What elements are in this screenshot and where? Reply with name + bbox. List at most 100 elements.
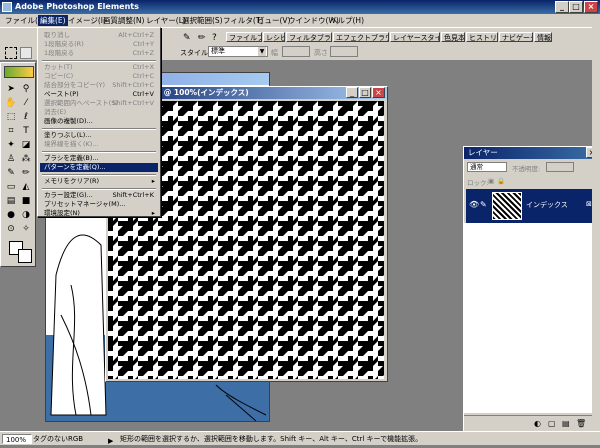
doc-close-button[interactable]: × [372,87,385,98]
layers-panel: レイヤー × 通常 不透明度: ロック: ▣ 🔒 👁 ✎ インデックス ⊠ ◐ … [463,146,600,432]
layer-mask-icon[interactable]: ▤ [562,419,570,428]
lasso-tool-icon[interactable]: ℓ [19,111,33,123]
edit-menu-item-shortcut: Ctrl+X [132,63,154,71]
move-tool-icon[interactable]: ➤ [4,83,18,95]
eyedropper-icon[interactable]: ⁄ [19,97,33,109]
edit-menu-item[interactable]: 選択範囲内へペースト(S) Shift+Ctrl+V [40,99,158,108]
edit-menu-item-label: パターンを定義(Q)... [44,163,106,171]
edit-menu-item[interactable]: 画像の複製(D)... [40,117,158,126]
sponge-tool-icon[interactable]: ◑ [19,209,33,221]
magic-wand-icon[interactable]: ✦ [4,139,18,151]
blend-mode-value: 通常 [470,163,483,171]
photoshop-elements-window: Adobe Photoshop Elements _ □ × ファイル(F) 編… [0,0,600,445]
crop-tool-icon[interactable]: ⌗ [4,125,18,137]
submenu-arrow-icon: ▸ [151,177,155,185]
edit-menu-item[interactable]: 結合部分をコピー(Y) Shift+Ctrl+C [40,81,158,90]
chevron-down-icon: ▼ [258,47,266,56]
menu-help[interactable]: ヘルプ(H) [328,15,366,26]
healing-brush-icon[interactable]: ⁂ [19,153,33,165]
brush-icon[interactable]: ✎ [183,33,191,43]
tab-layer-styles[interactable]: レイヤースタイル [390,32,440,42]
edit-menu-item-shortcut: Ctrl+Z [132,49,154,57]
edit-menu-item[interactable]: ペースト(P) Ctrl+V [40,90,158,99]
edit-menu-item[interactable]: 境界線を描く(K)... [40,140,158,149]
opacity-field[interactable] [546,162,574,172]
edit-menu-item-label: 結合部分をコピー(Y) [44,81,106,89]
menu-edit[interactable]: 編集(E) [38,15,68,26]
help-icon[interactable]: ? [212,33,217,43]
app-icon [2,2,12,12]
edit-menu-item[interactable]: メモリをクリア(R) ▸ [40,177,158,186]
maximize-button[interactable]: □ [569,1,583,13]
tab-navigator[interactable]: ナビゲータ [499,32,533,42]
edit-menu-item[interactable]: 環境設定(N) ▸ [40,209,158,218]
hand-tool-icon[interactable]: ✋ [4,97,18,109]
tab-recipes[interactable]: レシピ [263,32,285,42]
edit-menu-item-shortcut: Shift+Ctrl+K [112,191,155,199]
new-selection-icon[interactable] [20,47,32,59]
custom-shape-icon[interactable]: ✧ [19,223,33,235]
edit-menu-item[interactable]: 消去(E) [40,108,158,117]
blend-mode-select[interactable]: 通常 [467,162,507,172]
zoom-level[interactable]: 100% [2,434,32,444]
height-field[interactable] [330,46,358,57]
tab-file-browser[interactable]: ファイルブラウザ [226,32,262,42]
edit-menu-item[interactable]: 1段階戻る Ctrl+Z [40,49,158,58]
edit-menu-item-label: 塗りつぶし(L)... [44,131,92,139]
edit-menu-item[interactable]: プリセットマネージャ(M)... [40,200,158,209]
edit-menu-item[interactable]: 1段階戻る(R) Ctrl+Y [40,40,158,49]
minimize-button[interactable]: _ [555,1,569,13]
edit-menu-item[interactable]: ブラシを定義(B)... [40,154,158,163]
blur-tool-icon[interactable]: ● [4,209,18,221]
tab-swatches[interactable]: 色見本 [441,32,465,42]
visibility-eye-icon[interactable]: 👁 [469,200,479,209]
edit-menu-item[interactable]: パターンを定義(Q)... [40,163,158,172]
trash-icon[interactable]: 🗑 [576,419,586,428]
width-field[interactable] [282,46,310,57]
edit-menu-item-label: 1段階戻る [44,49,75,57]
bucket-tool-icon[interactable]: ◭ [19,181,33,193]
lock-transparency-icon[interactable]: ▣ [488,177,494,185]
edit-menu-item-label: 選択範囲内へペースト(S) [44,99,118,107]
red-eye-tool-icon[interactable]: ⊙ [4,223,18,235]
edit-menu-item-label: 環境設定(N) [44,209,80,217]
style-select[interactable]: 標準 ▼ [208,46,268,57]
edit-menu-item-label: 1段階戻る(R) [44,40,84,48]
layer-row[interactable]: 👁 ✎ インデックス ⊠ [466,189,597,223]
link-brush-icon[interactable]: ✎ [480,200,487,209]
doc-maximize-button[interactable]: □ [359,87,371,98]
marquee-option-icon[interactable] [5,47,17,59]
layer-thumbnail [492,192,522,220]
shape-tool-icon[interactable]: ■ [19,195,33,207]
tab-effects-browser[interactable]: エフェクトブラウザ [333,32,389,42]
edit-menu-item[interactable]: カット(T) Ctrl+X [40,63,158,72]
clone-stamp-icon[interactable]: ♙ [4,153,18,165]
doc-minimize-button[interactable]: _ [346,87,358,98]
lock-all-icon[interactable]: 🔒 [497,177,505,185]
eraser-tool-icon[interactable]: ▭ [4,181,18,193]
tab-filter-browser[interactable]: フィルタブラウザ [286,32,332,42]
background-color-swatch[interactable] [18,249,32,263]
brush-tool-icon[interactable]: ✎ [4,167,18,179]
pencil-icon[interactable]: ✏ [198,33,206,43]
edit-menu-item-label: プリセットマネージャ(M)... [44,200,126,208]
new-layer-icon[interactable]: ▢ [548,419,556,428]
tab-info[interactable]: 情報 [534,32,552,42]
menu-enhance[interactable]: 画質調整(N) [101,15,146,26]
close-button[interactable]: × [584,1,598,13]
edit-menu-item[interactable]: カラー設定(G)... Shift+Ctrl+K [40,191,158,200]
edit-menu-item[interactable]: 取り消し Alt+Ctrl+Z [40,31,158,40]
edit-menu-item-shortcut: Shift+Ctrl+V [112,99,154,107]
selection-brush-icon[interactable]: ◪ [19,139,33,151]
edit-menu-item[interactable]: 塗りつぶし(L)... [40,131,158,140]
tab-history[interactable]: ヒストリー [466,32,498,42]
zoom-tool-icon[interactable]: ⚲ [19,83,33,95]
marquee-tool-icon[interactable]: ⬚ [4,111,18,123]
new-adjustment-icon[interactable]: ◐ [534,419,541,428]
pencil-tool-icon[interactable]: ✏ [19,167,33,179]
type-tool-icon[interactable]: T [19,125,33,137]
gradient-tool-icon[interactable]: ▤ [4,195,18,207]
menu-select[interactable]: 選択範囲(S) [180,15,225,26]
status-arrow-icon[interactable]: ▶ [108,434,113,448]
edit-menu-item[interactable]: コピー(C) Ctrl+C [40,72,158,81]
